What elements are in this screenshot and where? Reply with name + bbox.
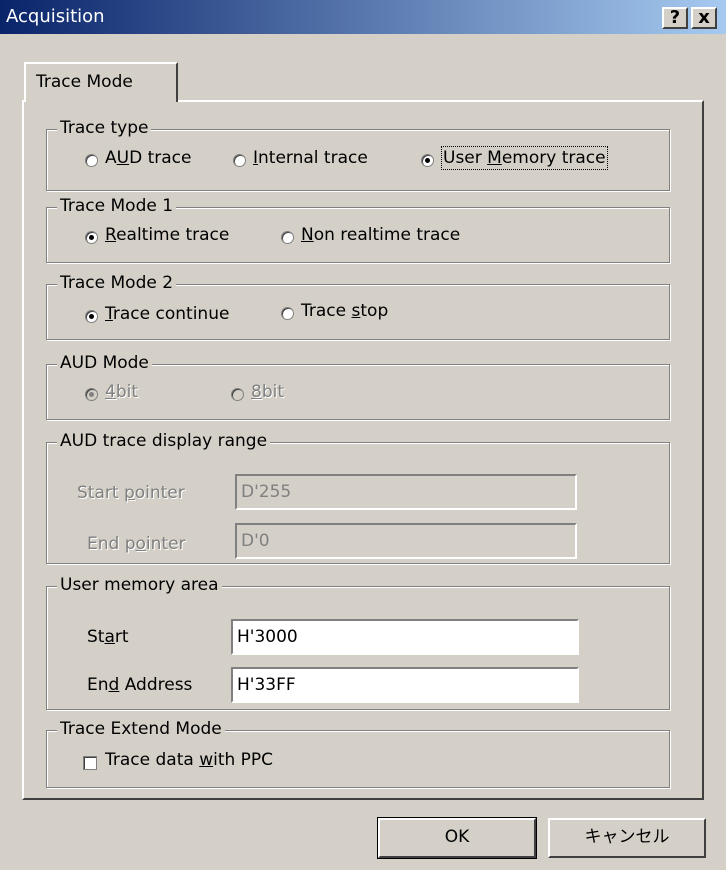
aud-range-group: AUD trace display range Start pointer En… — [46, 431, 670, 564]
window-title: Acquisition — [6, 6, 105, 27]
trace-mode2-group: Trace Mode 2 Trace continue Trace stop — [46, 273, 670, 340]
end-pointer-label: End pointer — [87, 534, 186, 554]
trace-extend-legend: Trace Extend Mode — [57, 719, 225, 739]
internal-trace-label[interactable]: Internal trace — [253, 148, 368, 168]
tab-label: Trace Mode — [36, 72, 133, 92]
aud-range-legend: AUD trace display range — [57, 431, 271, 451]
ok-button[interactable]: OK — [377, 817, 537, 859]
start-pointer-input[interactable] — [235, 474, 577, 510]
close-button[interactable]: x — [691, 7, 717, 29]
realtime-trace-label[interactable]: Realtime trace — [105, 225, 229, 245]
user-memory-trace-label[interactable]: User Memory trace — [441, 146, 608, 170]
trace-type-legend: Trace type — [57, 118, 152, 138]
trace-continue-radio[interactable] — [85, 310, 98, 323]
non-realtime-trace-radio[interactable] — [281, 231, 294, 244]
trace-mode1-group: Trace Mode 1 Realtime trace Non realtime… — [46, 196, 670, 263]
aud-4bit-radio[interactable] — [85, 388, 98, 401]
start-address-label: Start — [87, 627, 129, 647]
aud-trace-label[interactable]: AUD trace — [105, 148, 191, 168]
trace-type-group: Trace type AUD trace Internal trace User… — [46, 118, 670, 191]
cancel-button[interactable]: キャンセル — [548, 818, 706, 858]
trace-extend-group: Trace Extend Mode Trace data with PPC — [46, 719, 670, 788]
trace-stop-radio[interactable] — [281, 307, 294, 320]
trace-continue-label[interactable]: Trace continue — [105, 304, 229, 324]
aud-4bit-label[interactable]: 4bit — [105, 382, 138, 402]
start-pointer-label: Start pointer — [77, 483, 185, 503]
aud-mode-group: AUD Mode 4bit 8bit — [46, 353, 670, 420]
end-address-label: End Address — [87, 675, 193, 695]
aud-8bit-label[interactable]: 8bit — [251, 382, 284, 402]
trace-ppc-checkbox[interactable] — [83, 756, 97, 770]
user-memory-trace-radio[interactable] — [421, 154, 434, 167]
user-memory-legend: User memory area — [57, 575, 222, 595]
start-address-input[interactable] — [231, 619, 579, 655]
trace-mode2-legend: Trace Mode 2 — [57, 273, 177, 293]
end-pointer-input[interactable] — [235, 523, 577, 559]
title-bar[interactable]: Acquisition ? x — [0, 0, 726, 34]
trace-stop-label[interactable]: Trace stop — [301, 301, 388, 321]
realtime-trace-radio[interactable] — [85, 231, 98, 244]
tab-panel: Trace type AUD trace Internal trace User… — [22, 100, 704, 800]
user-memory-group: User memory area Start End Address — [46, 575, 670, 710]
aud-mode-legend: AUD Mode — [57, 353, 152, 373]
acquisition-dialog: Acquisition ? x Trace Mode Trace type AU… — [0, 0, 726, 870]
aud-8bit-radio[interactable] — [231, 388, 244, 401]
tab-trace-mode[interactable]: Trace Mode — [24, 62, 178, 102]
end-address-input[interactable] — [231, 667, 579, 703]
help-button[interactable]: ? — [662, 7, 688, 29]
aud-trace-radio[interactable] — [85, 154, 98, 167]
trace-ppc-label[interactable]: Trace data with PPC — [105, 750, 273, 770]
trace-mode1-legend: Trace Mode 1 — [57, 196, 177, 216]
non-realtime-trace-label[interactable]: Non realtime trace — [301, 225, 460, 245]
internal-trace-radio[interactable] — [233, 154, 246, 167]
